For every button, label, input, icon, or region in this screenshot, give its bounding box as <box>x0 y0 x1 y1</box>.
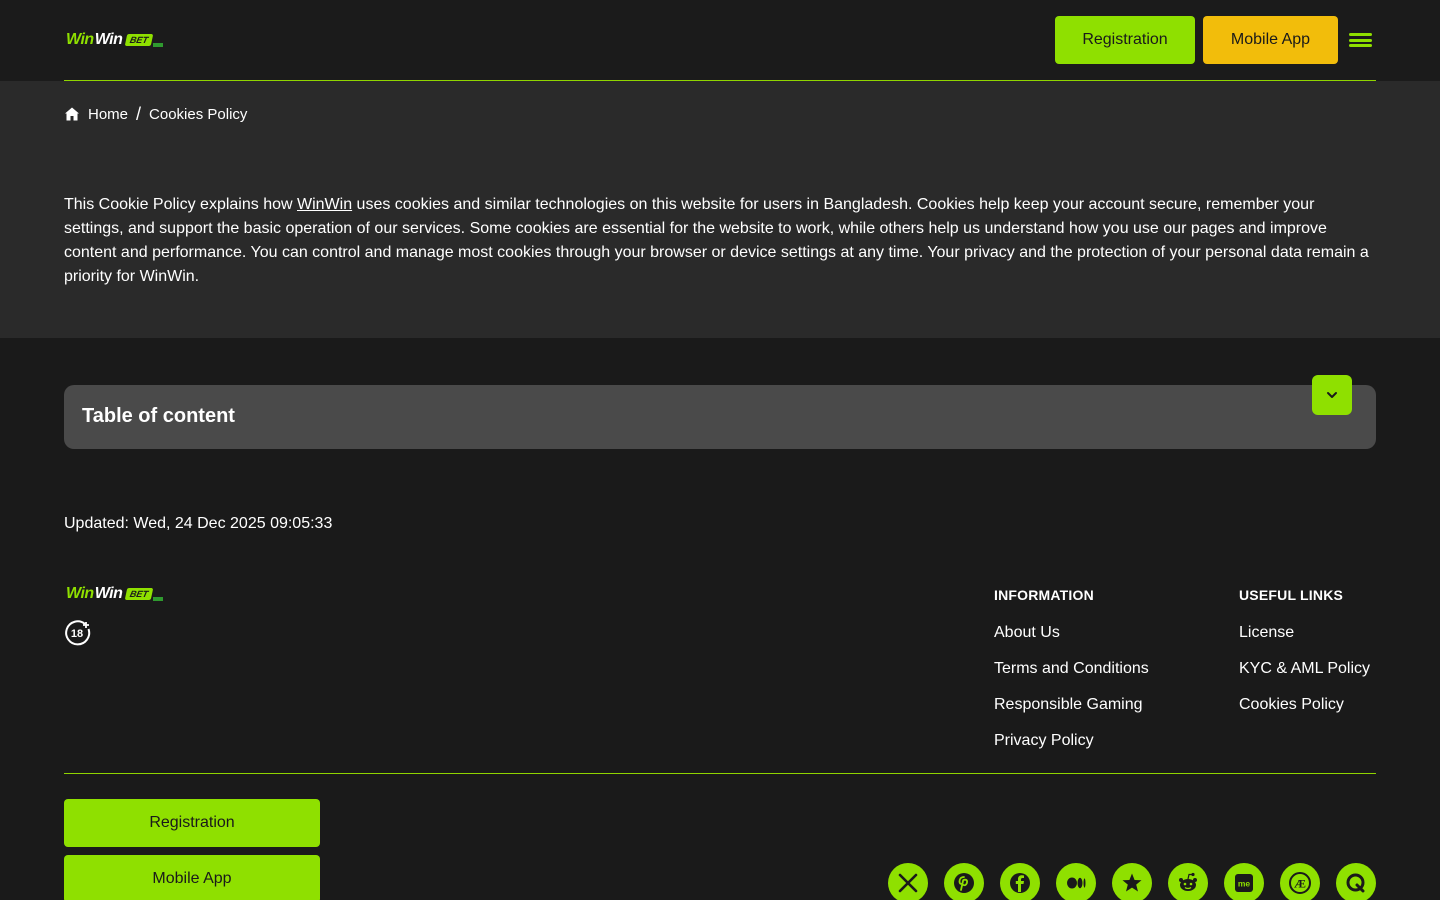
medium-icon[interactable] <box>1056 863 1096 900</box>
logo-part-2: Win <box>94 31 123 48</box>
breadcrumb-home[interactable]: Home <box>88 106 128 123</box>
logo-badge: BET <box>125 588 154 600</box>
chevron-down-icon[interactable] <box>1312 375 1352 415</box>
hamburger-icon[interactable] <box>1349 31 1373 49</box>
breadcrumb-current: Cookies Policy <box>149 105 248 123</box>
updated-timestamp: Updated: Wed, 24 Dec 2025 09:05:33 <box>64 515 333 532</box>
site-header: Win Win BET Registration Mobile App <box>0 0 1440 81</box>
logo-flag-icon <box>153 597 164 601</box>
registration-button[interactable]: Registration <box>1055 16 1195 64</box>
pinterest-icon[interactable] <box>944 863 984 900</box>
aspirational-icon[interactable]: Æ <box>1280 863 1320 900</box>
svg-text:Æ: Æ <box>1294 877 1306 891</box>
footer-link-responsible-gaming[interactable]: Responsible Gaming <box>994 695 1149 715</box>
intro-text-start: This Cookie Policy explains how <box>64 196 297 213</box>
footer-divider <box>64 773 1376 774</box>
logo-part-2: Win <box>94 585 123 602</box>
intro-paragraph: This Cookie Policy explains how WinWin u… <box>64 193 1374 289</box>
svg-text:me: me <box>1238 879 1251 889</box>
hamburger-line <box>1349 38 1372 42</box>
logo-part-1: Win <box>66 585 94 602</box>
hero-section: Home / Cookies Policy This Cookie Policy… <box>0 81 1440 338</box>
footer-link-license[interactable]: License <box>1239 623 1370 643</box>
winwin-link[interactable]: WinWin <box>297 196 352 213</box>
footer-useful-links: USEFUL LINKS License KYC & AML Policy Co… <box>1239 587 1370 731</box>
quora-icon[interactable] <box>1336 863 1376 900</box>
svg-text:18: 18 <box>71 628 83 640</box>
logo-flag-icon <box>153 43 164 47</box>
hamburger-line <box>1349 33 1372 36</box>
18-plus-icon: 18 <box>65 620 91 646</box>
x-icon[interactable] <box>888 863 928 900</box>
breadcrumb: Home / Cookies Policy <box>64 104 247 124</box>
footer-link-cookies-policy[interactable]: Cookies Policy <box>1239 695 1370 715</box>
logo-badge: BET <box>125 34 154 46</box>
home-icon[interactable] <box>64 106 80 122</box>
footer-logo[interactable]: Win Win BET <box>66 585 164 603</box>
toc-title: Table of content <box>82 405 235 427</box>
breadcrumb-separator: / <box>136 103 142 124</box>
footer-link-terms[interactable]: Terms and Conditions <box>994 659 1149 679</box>
footer-link-about-us[interactable]: About Us <box>994 623 1149 643</box>
hamburger-line <box>1349 44 1372 47</box>
footer-information: INFORMATION About Us Terms and Condition… <box>994 587 1149 767</box>
footer-link-kyc-aml[interactable]: KYC & AML Policy <box>1239 659 1370 679</box>
mobile-app-button[interactable]: Mobile App <box>1203 16 1338 64</box>
social-links: me Æ <box>888 863 1376 900</box>
footer-link-privacy-policy[interactable]: Privacy Policy <box>994 731 1149 751</box>
header-container: Win Win BET Registration Mobile App <box>64 0 1376 81</box>
footer-mobile-app-button[interactable]: Mobile App <box>64 855 320 900</box>
footer-registration-button[interactable]: Registration <box>64 799 320 847</box>
footer-useful-links-heading: USEFUL LINKS <box>1239 587 1344 603</box>
facebook-icon[interactable] <box>1000 863 1040 900</box>
about-me-icon[interactable]: me <box>1224 863 1264 900</box>
reddit-icon[interactable] <box>1168 863 1208 900</box>
logo-part-1: Win <box>66 31 94 48</box>
site-logo[interactable]: Win Win BET <box>66 31 164 49</box>
footer-information-heading: INFORMATION <box>994 587 1094 603</box>
table-of-content[interactable]: Table of content <box>64 375 1376 449</box>
star-icon[interactable] <box>1112 863 1152 900</box>
